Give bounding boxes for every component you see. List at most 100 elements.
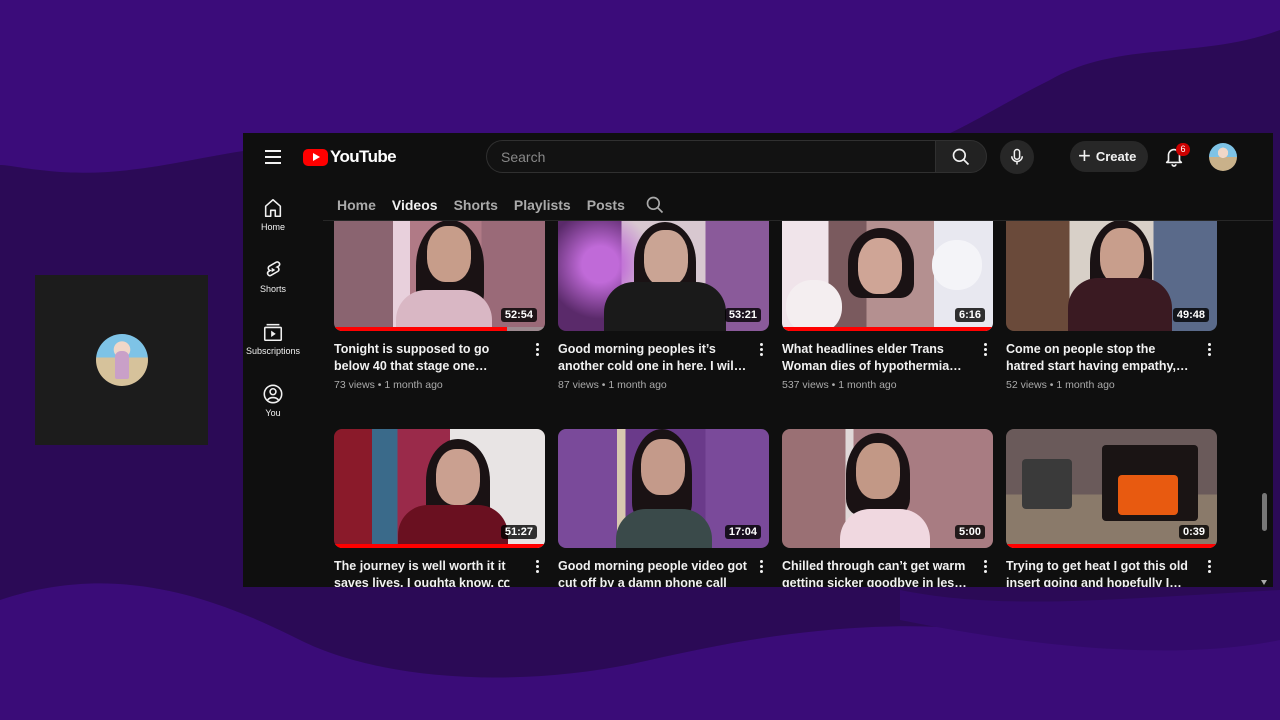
upload-age: 1 month ago (1056, 379, 1115, 391)
video-stats: 87 views • 1 month ago (558, 379, 667, 391)
webcam-avatar (95, 334, 148, 386)
view-count: 73 views (334, 379, 375, 391)
top-bar: YouTube + Create 6 (243, 133, 1273, 180)
scrollbar[interactable] (1260, 221, 1269, 587)
video-card[interactable]: 0:39 Trying to get heat I got this old i… (1006, 429, 1217, 587)
sidebar-item-home[interactable]: Home (243, 191, 303, 253)
video-card[interactable]: 52:54 Tonight is supposed to go below 40… (334, 221, 545, 429)
more-actions-icon[interactable] (531, 560, 543, 576)
video-title[interactable]: Trying to get heat I got this old insert… (1006, 558, 1195, 587)
video-grid: 52:54 Tonight is supposed to go below 40… (334, 221, 1217, 587)
more-actions-icon[interactable] (979, 343, 991, 359)
view-count: 87 views (558, 379, 599, 391)
plus-icon: + (1078, 142, 1091, 168)
tab-videos[interactable]: Videos (392, 197, 438, 213)
video-title[interactable]: Good morning people video got cut off by… (558, 558, 747, 587)
sidebar-item-label: You (265, 408, 281, 418)
sidebar-item-label: Shorts (259, 284, 286, 294)
menu-button[interactable] (261, 146, 285, 168)
view-count: 537 views (782, 379, 829, 391)
video-meta: Trying to get heat I got this old insert… (1006, 548, 1217, 587)
video-card[interactable]: 5:00 Chilled through can’t get warm gett… (782, 429, 993, 587)
search-button[interactable] (935, 140, 987, 173)
video-thumbnail[interactable]: 5:00 (782, 429, 993, 548)
more-actions-icon[interactable] (531, 343, 543, 359)
more-actions-icon[interactable] (1203, 560, 1215, 576)
video-thumbnail[interactable]: 6:16 (782, 221, 993, 331)
video-meta: The journey is well worth it it saves li… (334, 548, 545, 587)
video-meta: Chilled through can’t get warm getting s… (782, 548, 993, 587)
create-label: Create (1095, 149, 1137, 164)
video-duration: 51:27 (500, 525, 537, 539)
video-thumbnail[interactable]: 51:27 (334, 429, 545, 548)
video-stats: 73 views • 1 month ago (334, 379, 443, 391)
video-stats: 537 views • 1 month ago (782, 379, 897, 391)
upload-age: 1 month ago (608, 379, 667, 391)
notifications-button[interactable]: 6 (1163, 143, 1190, 169)
video-title[interactable]: The journey is well worth it it saves li… (334, 558, 523, 587)
sidebar: Home Shorts Subscriptions You (243, 191, 303, 439)
video-title[interactable]: Good morning peoples it’s another cold o… (558, 341, 747, 375)
upload-age: 1 month ago (384, 379, 443, 391)
logo-text: YouTube (330, 147, 397, 166)
account-avatar[interactable] (1209, 143, 1237, 171)
sidebar-item-label: Subscriptions (245, 346, 301, 356)
scrollbar-thumb[interactable] (1262, 493, 1267, 531)
video-duration: 6:16 (954, 308, 985, 322)
video-meta: Come on people stop the hatred start hav… (1006, 331, 1217, 391)
video-duration: 17:04 (724, 525, 761, 539)
video-card[interactable]: 17:04 Good morning people video got cut … (558, 429, 769, 587)
more-actions-icon[interactable] (1203, 343, 1215, 359)
search-input[interactable] (486, 140, 935, 173)
video-title[interactable]: Come on people stop the hatred start hav… (1006, 341, 1195, 375)
video-thumbnail[interactable]: 52:54 (334, 221, 545, 331)
more-actions-icon[interactable] (979, 560, 991, 576)
video-duration: 5:00 (954, 525, 985, 539)
youtube-window: YouTube + Create 6 Home Shorts (243, 133, 1273, 587)
subscriptions-icon (263, 323, 283, 342)
video-meta: Tonight is supposed to go below 40 that … (334, 331, 545, 391)
video-meta: What headlines elder Trans Woman dies of… (782, 331, 993, 391)
video-thumbnail[interactable]: 53:21 (558, 221, 769, 331)
video-meta: Good morning people video got cut off by… (558, 548, 769, 587)
video-grid-viewport: 52:54 Tonight is supposed to go below 40… (323, 221, 1253, 587)
youtube-play-icon (303, 148, 328, 166)
video-title[interactable]: Tonight is supposed to go below 40 that … (334, 341, 523, 375)
video-card[interactable]: 51:27 The journey is well worth it it sa… (334, 429, 545, 587)
create-button[interactable]: + Create (1070, 141, 1149, 172)
upload-age: 1 month ago (838, 379, 897, 391)
webcam-tile (35, 275, 208, 445)
tab-playlists[interactable]: Playlists (514, 197, 571, 213)
you-icon (263, 384, 283, 404)
video-duration: 49:48 (1172, 308, 1209, 322)
more-actions-icon[interactable] (755, 560, 767, 576)
microphone-icon (1011, 148, 1023, 165)
video-title[interactable]: What headlines elder Trans Woman dies of… (782, 341, 971, 375)
search-bar (486, 140, 987, 173)
tab-shorts[interactable]: Shorts (454, 197, 498, 213)
video-thumbnail[interactable]: 0:39 (1006, 429, 1217, 548)
sidebar-item-shorts[interactable]: Shorts (243, 253, 303, 315)
home-icon (264, 198, 282, 218)
video-stats: 52 views • 1 month ago (1006, 379, 1115, 391)
video-duration: 0:39 (1178, 525, 1209, 539)
voice-search-button[interactable] (1000, 140, 1034, 174)
channel-search-icon[interactable] (645, 195, 665, 215)
sidebar-item-subscriptions[interactable]: Subscriptions (243, 315, 303, 377)
sidebar-item-you[interactable]: You (243, 377, 303, 439)
youtube-logo[interactable]: YouTube (303, 147, 397, 167)
sidebar-item-label: Home (260, 222, 285, 232)
scroll-down-arrow-icon[interactable] (1261, 580, 1267, 585)
shorts-icon (266, 261, 281, 277)
search-icon (952, 148, 970, 165)
view-count: 52 views (1006, 379, 1047, 391)
video-thumbnail[interactable]: 17:04 (558, 429, 769, 548)
video-thumbnail[interactable]: 49:48 (1006, 221, 1217, 331)
video-card[interactable]: 49:48 Come on people stop the hatred sta… (1006, 221, 1217, 429)
video-title[interactable]: Chilled through can’t get warm getting s… (782, 558, 971, 587)
tab-home[interactable]: Home (337, 197, 376, 213)
video-card[interactable]: 53:21 Good morning peoples it’s another … (558, 221, 769, 429)
video-card[interactable]: 6:16 What headlines elder Trans Woman di… (782, 221, 993, 429)
tab-posts[interactable]: Posts (587, 197, 625, 213)
more-actions-icon[interactable] (755, 343, 767, 359)
